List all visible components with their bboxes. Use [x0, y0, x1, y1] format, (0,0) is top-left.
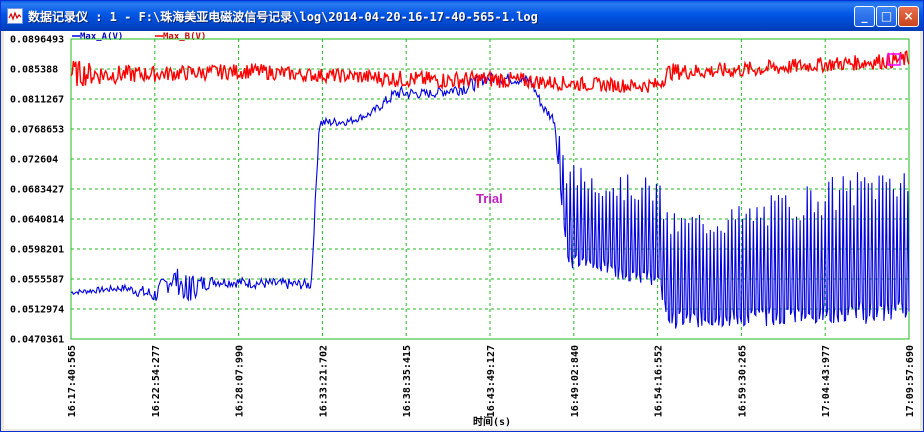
minimize-button[interactable]: _	[854, 6, 875, 27]
y-tick-label: 0.0683427	[10, 185, 64, 196]
x-axis-title: 时间(s)	[473, 415, 511, 428]
x-tick-label: 16:17:40:565	[67, 345, 78, 417]
x-tick-label: 16:49:02:840	[570, 345, 581, 417]
y-tick-label: 0.0811267	[10, 95, 64, 106]
legend-label-max-b[interactable]: Max_B(V)	[163, 32, 206, 42]
y-tick-label: 0.0470361	[10, 335, 64, 346]
x-tick-label: 16:59:30:265	[737, 345, 748, 417]
y-tick-label: 0.0512974	[10, 305, 64, 316]
x-tick-label: 17:09:57:690	[905, 345, 916, 417]
y-tick-label: 0.0640814	[10, 215, 64, 226]
title-bar[interactable]: 数据记录仪 : 1 - F:\珠海美亚电磁波信号记录\log\2014-04-2…	[1, 1, 923, 31]
x-tick-label: 16:38:35:415	[402, 345, 413, 417]
trial-watermark: Trial	[476, 191, 503, 206]
x-tick-label: 16:54:16:552	[654, 345, 665, 417]
chart-panel[interactable]: Max_A(V) Max_B(V) 0.0896493 0.085388 0.081…	[4, 31, 920, 429]
chart-app-icon[interactable]	[7, 8, 23, 24]
y-tick-label: 0.0598201	[10, 245, 64, 256]
x-tick-label: 16:28:07:990	[235, 345, 246, 417]
close-button[interactable]: ×	[898, 6, 919, 27]
y-tick-label: 0.0896493	[10, 35, 64, 46]
app-window: 数据记录仪 : 1 - F:\珠海美亚电磁波信号记录\log\2014-04-2…	[0, 0, 924, 432]
window-title: 数据记录仪 : 1 - F:\珠海美亚电磁波信号记录\log\2014-04-2…	[28, 10, 538, 24]
x-tick-label: 16:43:49:127	[486, 345, 497, 417]
x-tick-label: 16:22:54:277	[151, 345, 162, 417]
chart-svg[interactable]: Max_A(V) Max_B(V) 0.0896493 0.085388 0.081…	[4, 31, 920, 429]
y-tick-label: 0.085388	[10, 65, 58, 76]
y-tick-label: 0.072604	[10, 155, 58, 166]
legend-label-max-a[interactable]: Max_A(V)	[80, 32, 123, 42]
y-tick-label: 0.0555587	[10, 275, 64, 286]
y-tick-label: 0.0768653	[10, 125, 64, 136]
x-tick-label: 17:04:43:977	[821, 345, 832, 417]
x-tick-label: 16:33:21:702	[318, 345, 329, 417]
maximize-button[interactable]: □	[876, 6, 897, 27]
